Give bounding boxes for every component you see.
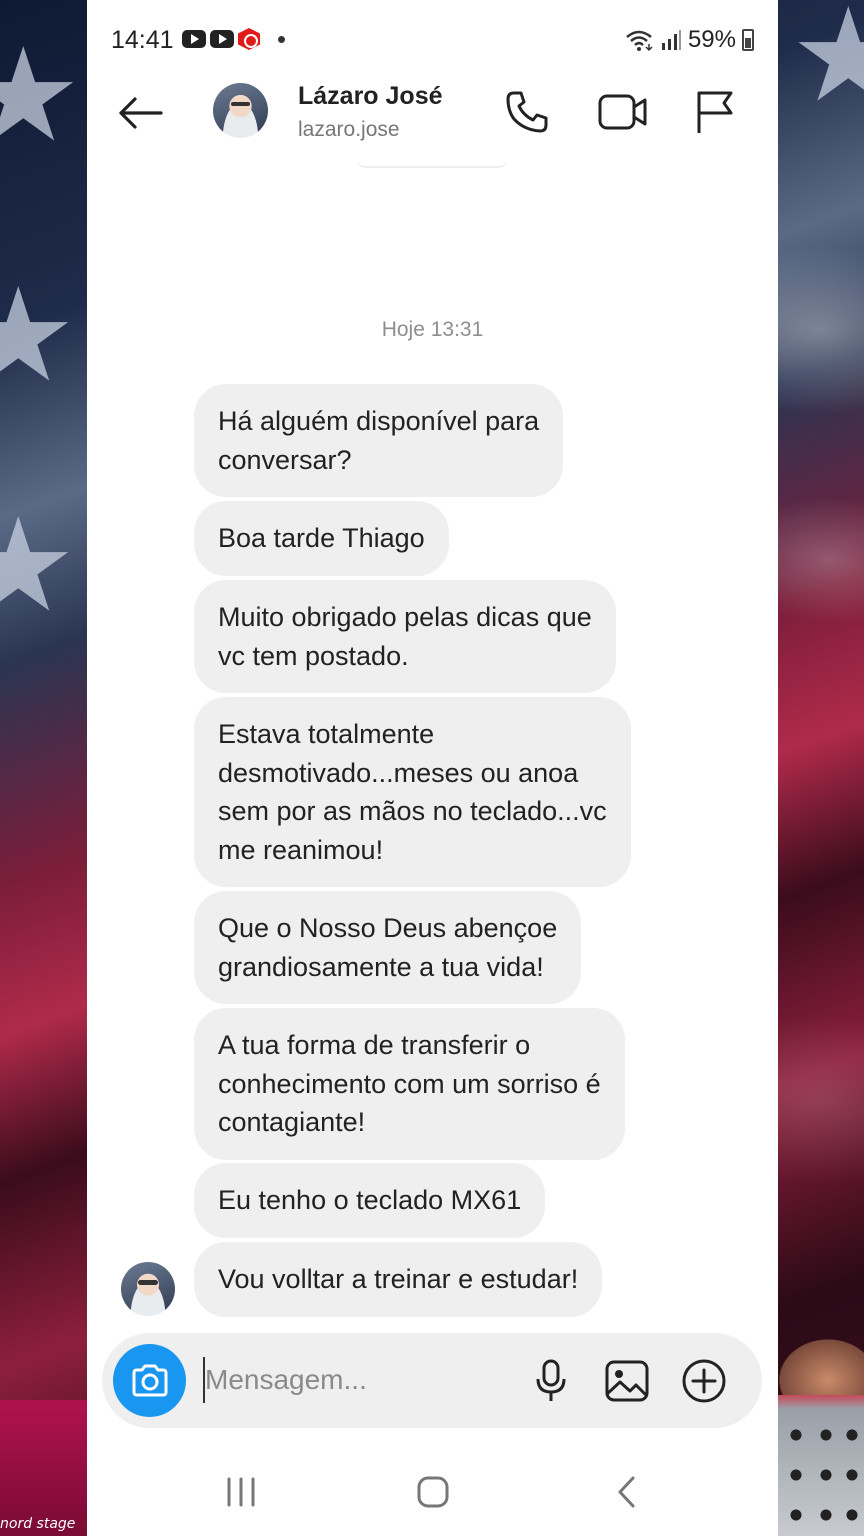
status-time: 14:41 — [111, 26, 174, 54]
microphone-icon — [536, 1359, 566, 1401]
wallpaper-star: ★ — [0, 489, 77, 641]
message-composer — [102, 1333, 762, 1428]
sender-avatar[interactable] — [121, 1262, 175, 1316]
message-bubble[interactable]: Muito obrigado pelas dicas que vc tem po… — [194, 580, 616, 693]
back-icon — [618, 1476, 635, 1508]
camera-button[interactable] — [113, 1344, 186, 1417]
message-bubble[interactable]: Eu tenho o teclado MX61 — [194, 1163, 546, 1238]
contact-name[interactable]: Lázaro José — [298, 82, 443, 111]
home-button[interactable] — [405, 1470, 461, 1514]
status-bar: 14:41 59% — [87, 0, 778, 76]
contact-avatar[interactable] — [213, 83, 268, 138]
camera-icon — [132, 1364, 167, 1396]
home-icon — [417, 1476, 449, 1508]
flag-icon — [697, 91, 733, 133]
wifi-icon — [626, 30, 653, 52]
wallpaper-keyboard-knobs — [778, 1395, 864, 1536]
wallpaper-star: ★ — [790, 0, 864, 131]
phone-call-button[interactable] — [501, 86, 553, 138]
previous-content-edge — [357, 160, 507, 168]
signal-icon — [661, 30, 681, 50]
voice-message-button[interactable] — [527, 1357, 575, 1405]
message-bubble[interactable]: Estava totalmente desmotivado...meses ou… — [194, 697, 631, 887]
wallpaper-star: ★ — [0, 259, 77, 411]
recent-apps-button[interactable] — [213, 1470, 269, 1514]
youtube-music-icon — [238, 28, 260, 50]
status-right: 59% — [624, 26, 754, 54]
message-input[interactable] — [203, 1357, 503, 1403]
wallpaper-keyboard-label: nord stage — [0, 1516, 76, 1532]
plus-circle-icon — [682, 1359, 726, 1403]
chat-screen: 14:41 59% Lázaro José lazaro.jose Hoje 1… — [87, 0, 778, 1536]
video-call-icon — [598, 94, 647, 130]
phone-call-icon — [506, 91, 548, 133]
arrow-left-icon — [119, 97, 163, 129]
battery-icon — [742, 29, 754, 51]
youtube-icon — [210, 30, 234, 48]
recent-apps-icon — [227, 1477, 255, 1507]
gallery-icon — [605, 1360, 649, 1402]
wallpaper-keyboard: nord stage — [0, 1400, 90, 1536]
message-bubble[interactable]: Boa tarde Thiago — [194, 501, 449, 576]
youtube-icon — [182, 30, 206, 48]
wallpaper-star: ★ — [0, 19, 82, 171]
more-options-button[interactable] — [680, 1357, 728, 1405]
message-bubble[interactable]: Há alguém disponível para conversar? — [194, 384, 564, 497]
report-flag-button[interactable] — [689, 86, 741, 138]
back-button[interactable] — [115, 88, 165, 138]
system-nav-bar — [87, 1440, 778, 1536]
video-call-button[interactable] — [597, 86, 649, 138]
system-back-button[interactable] — [599, 1470, 655, 1514]
message-bubble[interactable]: Que o Nosso Deus abençoe grandiosamente … — [194, 891, 582, 1004]
gallery-button[interactable] — [603, 1357, 651, 1405]
notification-icons — [182, 28, 285, 50]
contact-username[interactable]: lazaro.jose — [298, 118, 400, 142]
message-bubble[interactable]: A tua forma de transferir o conhecimento… — [194, 1008, 625, 1160]
battery-percent: 59% — [687, 26, 736, 53]
chat-timestamp: Hoje 13:31 — [381, 318, 484, 341]
message-bubble[interactable]: Vou volltar a treinar e estudar! — [194, 1242, 603, 1317]
chat-header: Lázaro José lazaro.jose — [87, 76, 778, 168]
dot-icon — [278, 35, 285, 43]
wallpaper-person — [778, 1330, 864, 1400]
